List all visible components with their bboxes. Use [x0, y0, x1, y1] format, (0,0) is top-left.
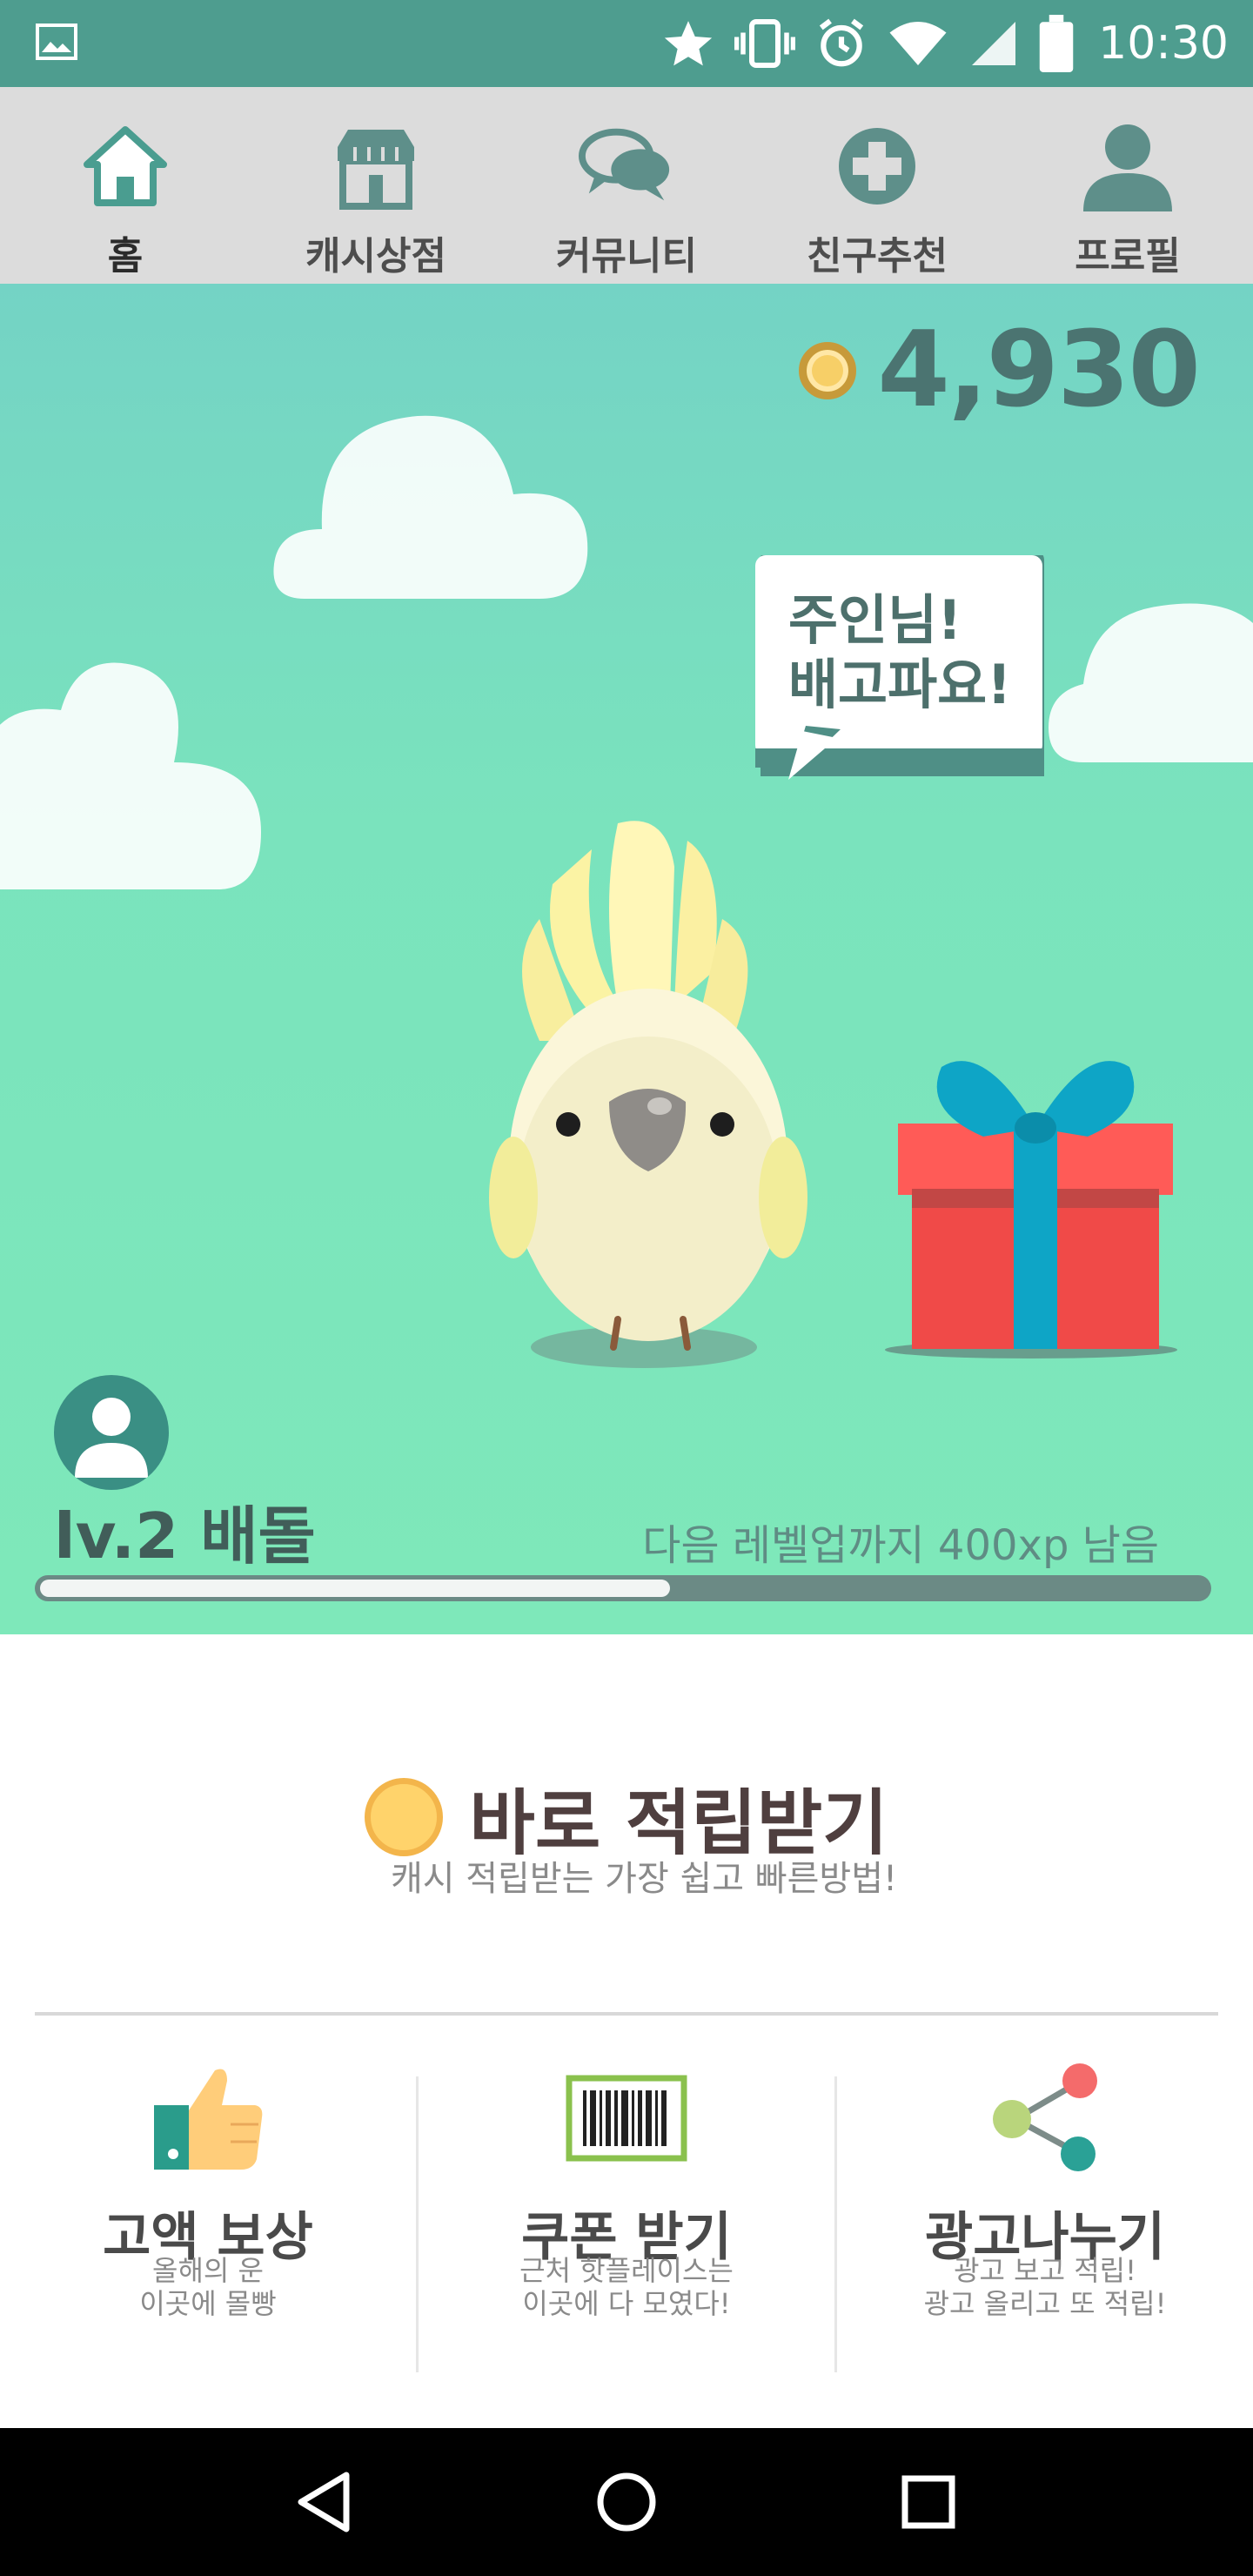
pet-level: lv.2 배돌	[54, 1499, 316, 1573]
feature-ad-share[interactable]: 광고나누기 광고 보고 적립! 광고 올리고 또 적립!	[837, 2028, 1253, 2428]
avatar[interactable]	[54, 1375, 169, 1490]
feature-desc: 올해의 운 이곳에 몰빵	[139, 2254, 277, 2320]
share-icon	[993, 2063, 1097, 2171]
top-nav: 홈 캐시상점 커뮤니티 친구추천 프로필	[0, 87, 1253, 284]
vibrate-icon	[734, 19, 796, 68]
feature-coupon[interactable]: 쿠폰 받기 근처 핫플레이스는 이곳에 다 모였다!	[419, 2028, 834, 2428]
back-icon	[298, 2472, 350, 2532]
feature-cards: 고액 보상 올해의 운 이곳에 몰빵 쿠폰 받기 근처 핫플레이스는 이곳에 다…	[0, 2028, 1253, 2428]
tab-community[interactable]: 커뮤니티	[501, 87, 752, 284]
divider	[35, 2012, 1218, 2016]
gift-box[interactable]	[879, 1041, 1192, 1363]
cloud-decoration	[1049, 603, 1253, 762]
tab-invite-friends[interactable]: 친구추천	[752, 87, 1002, 284]
xp-remaining: 다음 레벨업까지 400xp 남음	[642, 1521, 1159, 1570]
status-time: 10:30	[1098, 17, 1229, 70]
instant-reward-section[interactable]: 바로 적립받기 캐시 적립받는 가장 쉽고 빠른방법!	[0, 1634, 1253, 2017]
pet-scene: 4,930 주인님! 배고파요! lv.2 배돌 다음 레벨업까지 400xp …	[0, 284, 1253, 1634]
instant-reward-subtitle: 캐시 적립받는 가장 쉽고 빠른방법!	[390, 1859, 898, 1899]
feature-desc: 광고 보고 적립! 광고 올리고 또 적립!	[923, 2254, 1167, 2320]
speech-line: 배고파요!	[788, 653, 1012, 716]
xp-progress-fill	[40, 1580, 670, 1597]
shop-icon	[338, 130, 414, 210]
tab-profile[interactable]: 프로필	[1002, 87, 1253, 284]
back-button[interactable]	[272, 2450, 377, 2554]
tab-label: 커뮤니티	[556, 234, 697, 278]
tab-label: 캐시상점	[305, 234, 446, 278]
star-icon	[665, 21, 713, 66]
home-icon	[84, 126, 167, 206]
tab-label: 프로필	[1075, 234, 1181, 278]
battery-icon	[1039, 15, 1074, 72]
coin-icon	[365, 1777, 444, 1856]
feature-high-reward[interactable]: 고액 보상 올해의 운 이곳에 몰빵	[0, 2028, 416, 2428]
user-icon	[75, 1398, 148, 1478]
plus-circle-icon	[839, 128, 915, 205]
cockatoo-pet[interactable]	[487, 815, 818, 1372]
barcode-icon	[566, 2075, 687, 2162]
system-nav-bar	[0, 2428, 1253, 2576]
signal-icon	[972, 22, 1016, 65]
speech-text: 주인님! 배고파요!	[788, 588, 1041, 717]
recents-button[interactable]	[876, 2450, 981, 2554]
tab-label: 친구추천	[807, 234, 948, 278]
coin-icon	[799, 341, 857, 399]
coin-amount: 4,930	[877, 310, 1201, 431]
tab-cash-shop[interactable]: 캐시상점	[251, 87, 501, 284]
home-button[interactable]	[574, 2450, 679, 2554]
feature-desc: 근처 핫플레이스는 이곳에 다 모였다!	[519, 2254, 734, 2320]
chat-icon	[579, 128, 670, 201]
thumbs-up-icon	[154, 2069, 263, 2170]
recents-icon	[901, 2475, 955, 2529]
coin-balance: 4,930	[799, 310, 1201, 431]
wifi-icon	[889, 22, 947, 65]
home-circle-icon	[597, 2472, 656, 2532]
xp-progress-bar	[35, 1575, 1211, 1601]
tab-label: 홈	[107, 234, 144, 278]
speech-line: 주인님!	[788, 588, 962, 652]
image-icon	[36, 23, 77, 60]
cloud-decoration	[0, 662, 261, 889]
status-bar: 10:30	[0, 0, 1253, 87]
cloud-decoration	[273, 415, 588, 599]
user-icon	[1083, 124, 1172, 211]
alarm-icon	[820, 18, 864, 67]
tab-home[interactable]: 홈	[0, 87, 251, 284]
